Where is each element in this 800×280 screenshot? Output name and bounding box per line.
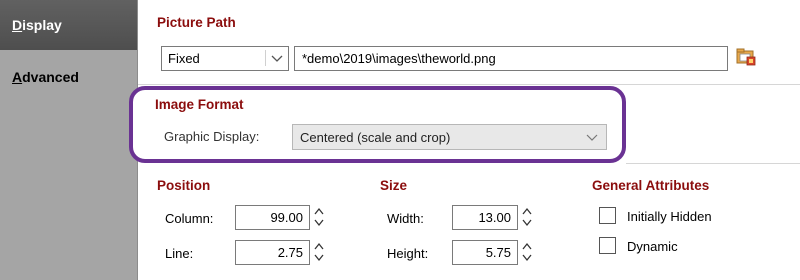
column-input[interactable]: 99.00 [235,205,310,230]
tab-advanced-label: dvanced [22,69,79,85]
initially-hidden-checkbox[interactable] [599,207,616,224]
path-mode-value: Fixed [168,51,200,66]
picture-path-value: *demo\2019\images\theworld.png [302,51,496,66]
chevron-down-icon [586,134,598,141]
width-value: 13.00 [478,210,511,225]
column-value: 99.00 [270,210,303,225]
tab-advanced-mnemonic: A [12,69,23,85]
divider [138,84,800,85]
height-label: Height: [387,246,429,261]
image-format-title: Image Format [155,97,244,112]
picture-path-title: Picture Path [157,15,236,30]
height-value: 5.75 [485,245,511,260]
tab-display-label: isplay [22,17,62,33]
picture-path-input[interactable]: *demo\2019\images\theworld.png [294,46,728,71]
graphic-display-select[interactable]: Centered (scale and crop) [292,124,607,150]
line-value: 2.75 [277,245,303,260]
tab-display[interactable]: Display [0,0,137,50]
line-spinner-icon[interactable] [313,240,325,264]
column-label: Column: [165,211,214,226]
height-spinner-icon[interactable] [521,240,533,264]
size-title: Size [380,178,408,193]
dynamic-label: Dynamic [627,239,678,254]
width-input[interactable]: 13.00 [452,205,518,230]
line-label: Line: [165,246,194,261]
position-title: Position [157,178,211,193]
graphic-display-value: Centered (scale and crop) [300,130,451,145]
tab-advanced[interactable]: Advanced [0,56,137,106]
general-attributes-title: General Attributes [592,178,710,193]
divider [626,163,800,164]
height-input[interactable]: 5.75 [452,240,518,265]
width-label: Width: [387,211,424,226]
sidebar: Display Advanced [0,0,138,280]
dynamic-checkbox[interactable] [599,237,616,254]
initially-hidden-label: Initially Hidden [627,209,712,224]
path-mode-select[interactable]: Fixed [161,46,289,71]
chevron-down-icon [265,50,283,66]
column-spinner-icon[interactable] [313,205,325,229]
graphic-display-label: Graphic Display: [164,129,260,144]
line-input[interactable]: 2.75 [235,240,310,265]
folder-open-icon[interactable] [736,48,756,66]
tab-display-mnemonic: D [12,17,23,33]
width-spinner-icon[interactable] [521,205,533,229]
